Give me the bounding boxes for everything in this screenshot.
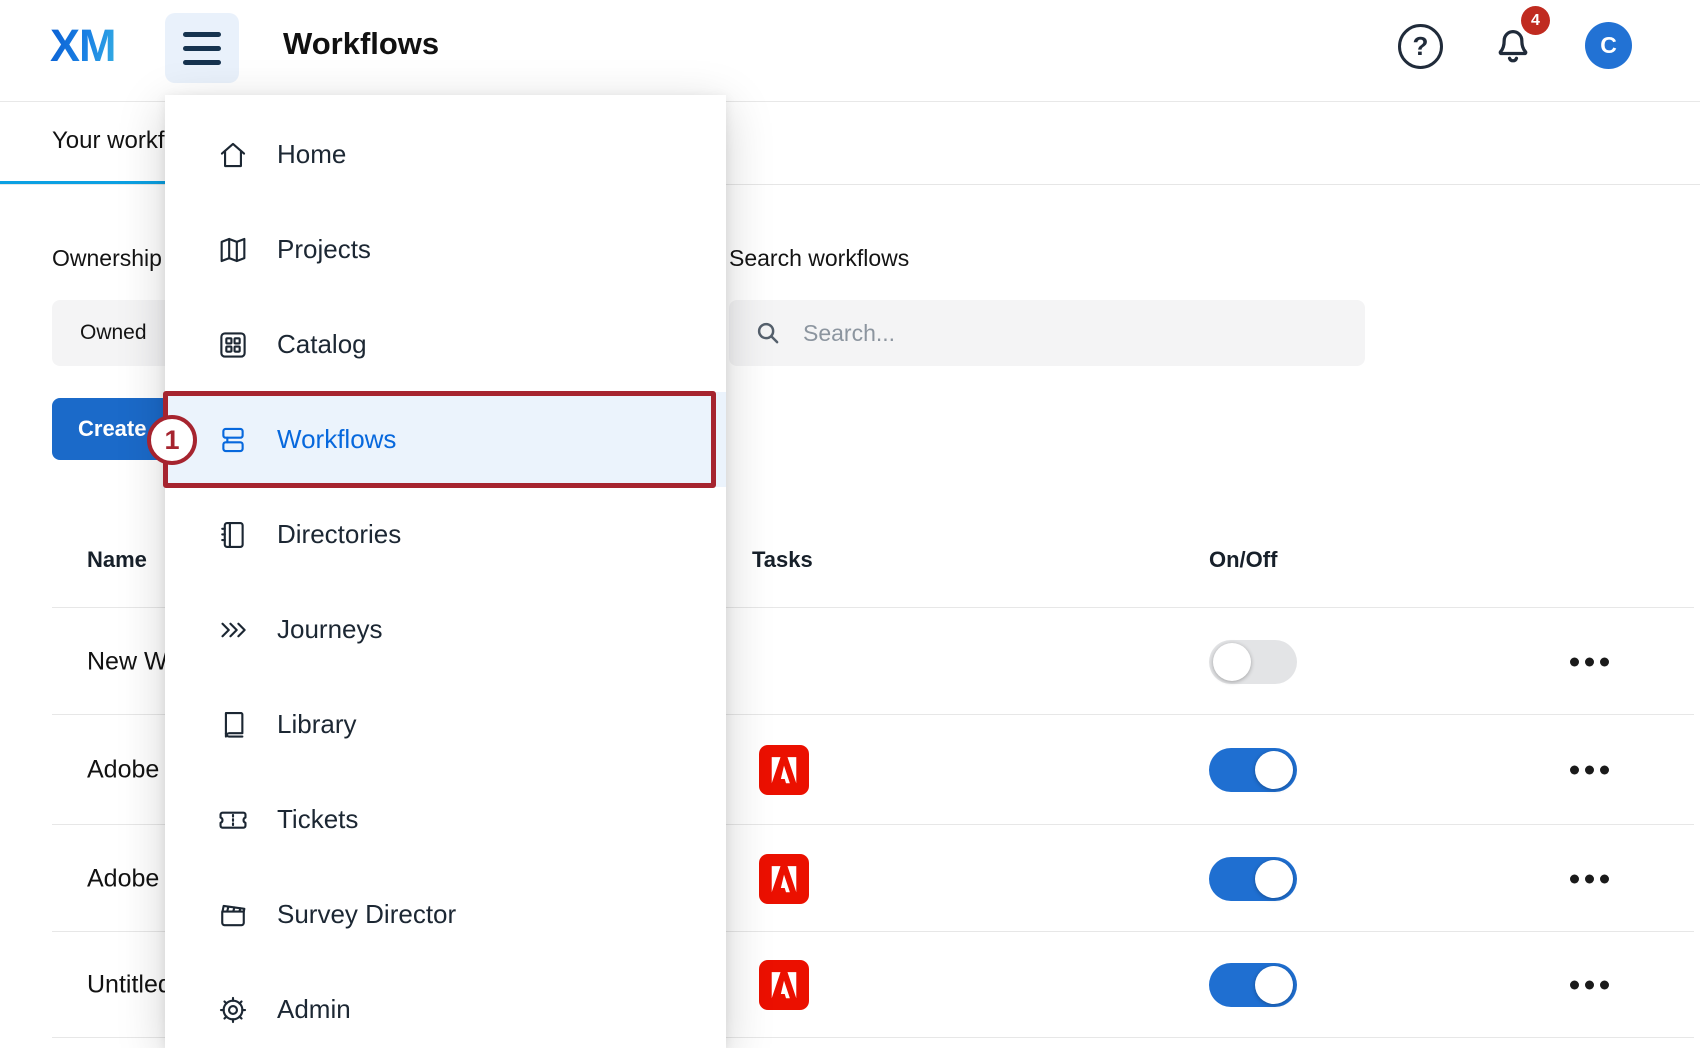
notification-count-badge: 4 bbox=[1521, 6, 1550, 35]
menu-item-label: Catalog bbox=[277, 329, 367, 360]
menu-item-label: Directories bbox=[277, 519, 401, 550]
workflows-page: XM Workflows ? 4 C Your workflows Owners… bbox=[0, 0, 1700, 1048]
bell-icon bbox=[1490, 57, 1536, 74]
row-actions-button[interactable] bbox=[1568, 651, 1611, 672]
task-cell bbox=[759, 745, 809, 795]
xm-logo[interactable]: XM bbox=[50, 20, 116, 72]
menu-item-label: Home bbox=[277, 139, 346, 170]
row-actions-button[interactable] bbox=[1568, 760, 1611, 781]
question-mark-icon: ? bbox=[1413, 31, 1429, 62]
catalog-icon bbox=[215, 327, 251, 363]
menu-item-journeys[interactable]: Journeys bbox=[165, 582, 726, 677]
toggle-on[interactable] bbox=[1209, 748, 1297, 792]
menu-item-label: Journeys bbox=[277, 614, 383, 645]
page-title: Workflows bbox=[283, 26, 439, 62]
menu-item-home[interactable]: Home bbox=[165, 107, 726, 202]
toggle-on[interactable] bbox=[1209, 963, 1297, 1007]
ellipsis-icon bbox=[1570, 980, 1579, 989]
ownership-filter-value: Owned bbox=[80, 321, 147, 345]
workflow-toggle[interactable] bbox=[1209, 748, 1297, 792]
menu-item-label: Workflows bbox=[277, 424, 396, 455]
menu-item-survey-director[interactable]: Survey Director bbox=[165, 867, 726, 962]
ownership-filter-label: Ownership bbox=[52, 245, 162, 272]
account-avatar[interactable]: C bbox=[1585, 22, 1632, 69]
toggle-knob bbox=[1255, 860, 1293, 898]
toggle-knob bbox=[1255, 751, 1293, 789]
ellipsis-icon bbox=[1570, 874, 1579, 883]
toggle-on[interactable] bbox=[1209, 857, 1297, 901]
menu-item-catalog[interactable]: Catalog bbox=[165, 297, 726, 392]
row-actions-button[interactable] bbox=[1568, 974, 1611, 995]
search-icon bbox=[753, 318, 783, 348]
admin-gear-icon bbox=[215, 992, 251, 1028]
menu-item-label: Survey Director bbox=[277, 899, 456, 930]
menu-item-library[interactable]: Library bbox=[165, 677, 726, 772]
adobe-task-icon bbox=[759, 745, 809, 795]
task-cell bbox=[759, 854, 809, 904]
task-cell bbox=[759, 960, 809, 1010]
toggle-off[interactable] bbox=[1209, 640, 1297, 684]
column-header-onoff: On/Off bbox=[1209, 547, 1277, 573]
workflow-toggle[interactable] bbox=[1209, 640, 1297, 684]
tickets-icon bbox=[215, 802, 251, 838]
top-bar: XM Workflows ? 4 C bbox=[0, 0, 1700, 102]
toggle-knob bbox=[1213, 643, 1251, 681]
directories-icon bbox=[215, 517, 251, 553]
workflow-toggle[interactable] bbox=[1209, 857, 1297, 901]
menu-item-admin[interactable]: Admin bbox=[165, 962, 726, 1048]
toggle-knob bbox=[1255, 966, 1293, 1004]
menu-item-directories[interactable]: Directories bbox=[165, 487, 726, 582]
workflows-icon bbox=[215, 422, 251, 458]
search-box bbox=[729, 300, 1365, 366]
row-actions-button[interactable] bbox=[1568, 868, 1611, 889]
help-button[interactable]: ? bbox=[1398, 24, 1443, 69]
menu-item-label: Tickets bbox=[277, 804, 358, 835]
menu-item-tickets[interactable]: Tickets bbox=[165, 772, 726, 867]
survey-director-icon bbox=[215, 897, 251, 933]
ellipsis-icon bbox=[1570, 766, 1579, 775]
search-input[interactable] bbox=[801, 319, 1341, 348]
column-header-tasks: Tasks bbox=[752, 547, 813, 573]
global-nav-menu: Home Projects Catalog Workflows Director bbox=[165, 95, 726, 1048]
journeys-icon bbox=[215, 612, 251, 648]
workflow-toggle[interactable] bbox=[1209, 963, 1297, 1007]
menu-item-projects[interactable]: Projects bbox=[165, 202, 726, 297]
library-icon bbox=[215, 707, 251, 743]
ellipsis-icon bbox=[1570, 657, 1579, 666]
menu-item-label: Projects bbox=[277, 234, 371, 265]
projects-icon bbox=[215, 232, 251, 268]
adobe-task-icon bbox=[759, 960, 809, 1010]
annotation-step-number: 1 bbox=[147, 415, 197, 465]
global-nav-menu-button[interactable] bbox=[165, 13, 239, 83]
column-header-name: Name bbox=[87, 547, 147, 573]
home-icon bbox=[215, 137, 251, 173]
menu-item-label: Library bbox=[277, 709, 356, 740]
adobe-task-icon bbox=[759, 854, 809, 904]
menu-item-label: Admin bbox=[277, 994, 351, 1025]
search-workflows-label: Search workflows bbox=[729, 245, 909, 272]
menu-item-workflows[interactable]: Workflows bbox=[165, 392, 726, 487]
